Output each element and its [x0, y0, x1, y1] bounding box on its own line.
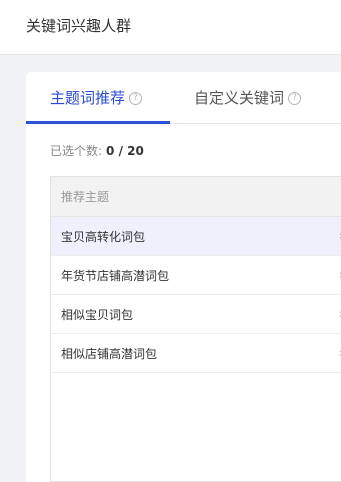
list-item-label: 宝贝高转化词包	[61, 229, 146, 244]
active-tab-indicator	[26, 121, 170, 124]
list-item-label: 相似宝贝词包	[61, 307, 134, 322]
list-item[interactable]: 宝贝高转化词包 ›	[51, 217, 341, 256]
tab-label: 主题词推荐	[50, 89, 126, 107]
selection-count-value: 0 / 20	[106, 144, 144, 158]
list-item-label: 年货节店铺高潜词包	[61, 268, 170, 283]
tab-label: 自定义关键词	[194, 89, 285, 107]
main-panel: 主题词推荐 ? 自定义关键词 ? 已选个数: 0 / 20 推荐主题 宝贝高转化词…	[26, 72, 341, 482]
list-item-label: 相似店铺高潜词包	[61, 346, 158, 361]
selection-count-label: 已选个数:	[50, 144, 103, 158]
tab-bar: 主题词推荐 ? 自定义关键词 ?	[26, 72, 341, 124]
list-item[interactable]: 相似店铺高潜词包 ›	[51, 334, 341, 373]
tab-theme-recommend[interactable]: 主题词推荐 ?	[50, 72, 143, 124]
top-bar: 关键词兴趣人群	[0, 0, 341, 55]
list-header: 推荐主题	[51, 177, 341, 217]
tab-custom-keywords[interactable]: 自定义关键词 ?	[194, 72, 302, 124]
list-item[interactable]: 年货节店铺高潜词包 ›	[51, 256, 341, 295]
selection-count: 已选个数: 0 / 20	[50, 142, 144, 160]
help-icon[interactable]: ?	[129, 91, 143, 105]
help-icon[interactable]: ?	[288, 91, 302, 105]
page-title: 关键词兴趣人群	[26, 17, 132, 35]
theme-list: 推荐主题 宝贝高转化词包 › 年货节店铺高潜词包 › 相似宝贝词包 › 相似店铺…	[50, 176, 341, 482]
list-item[interactable]: 相似宝贝词包 ›	[51, 295, 341, 334]
